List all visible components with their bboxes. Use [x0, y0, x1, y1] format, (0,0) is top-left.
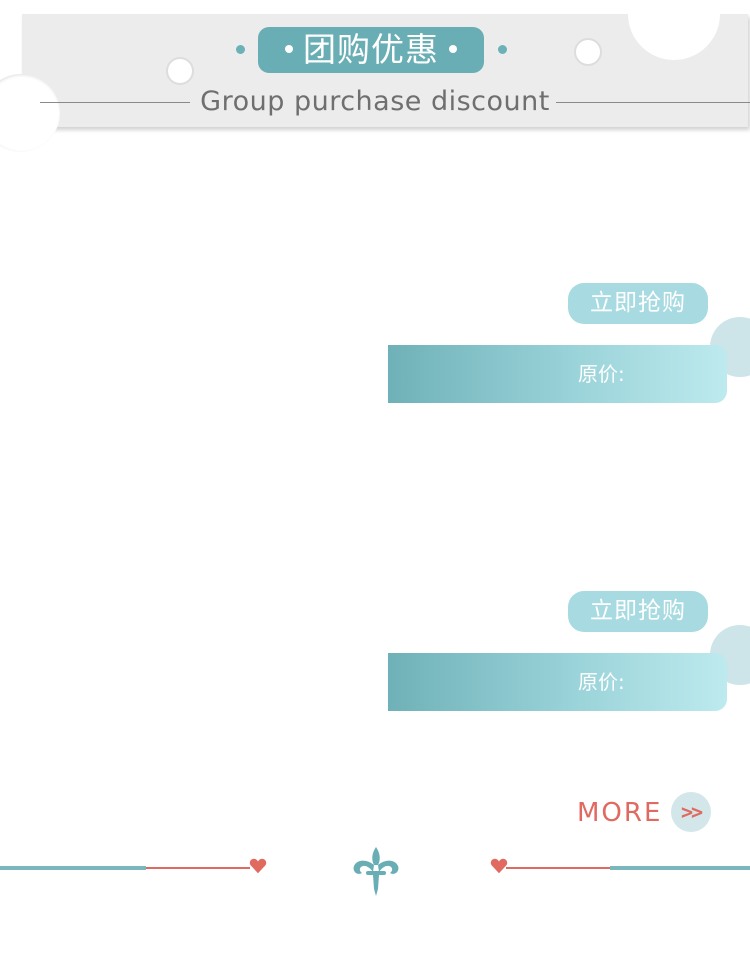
original-price-label: 原价:	[578, 362, 625, 386]
decorative-dot	[498, 45, 507, 54]
heart-icon	[249, 858, 267, 874]
original-price-label: 原价:	[578, 670, 625, 694]
footer-divider-red	[506, 867, 610, 869]
section-title-text: 团购优惠	[303, 30, 439, 69]
divider-line	[556, 102, 750, 103]
footer-divider-teal	[610, 866, 750, 870]
buy-now-button[interactable]: 立即抢购	[568, 283, 708, 324]
decorative-circle-cutout	[0, 74, 60, 152]
footer-divider-red	[146, 867, 250, 869]
fleur-de-lis-icon	[353, 847, 399, 896]
section-title: 团购优惠	[258, 27, 484, 73]
bullet-dot-icon	[285, 44, 293, 53]
decorative-circle-cutout	[628, 0, 720, 60]
price-bar: 原价:	[388, 345, 727, 403]
decorative-small-circle	[166, 57, 194, 85]
decorative-dot	[236, 45, 245, 54]
footer-divider-teal	[0, 866, 146, 870]
divider-line	[40, 102, 190, 103]
heart-icon	[490, 858, 508, 874]
decorative-small-circle	[574, 38, 602, 66]
buy-now-button[interactable]: 立即抢购	[568, 591, 708, 632]
more-link[interactable]: MORE	[577, 793, 662, 833]
double-chevron-right-icon[interactable]: >>	[671, 792, 711, 832]
section-subtitle: Group purchase discount	[200, 86, 550, 117]
price-bar: 原价:	[388, 653, 727, 711]
bullet-dot-icon	[449, 44, 457, 53]
